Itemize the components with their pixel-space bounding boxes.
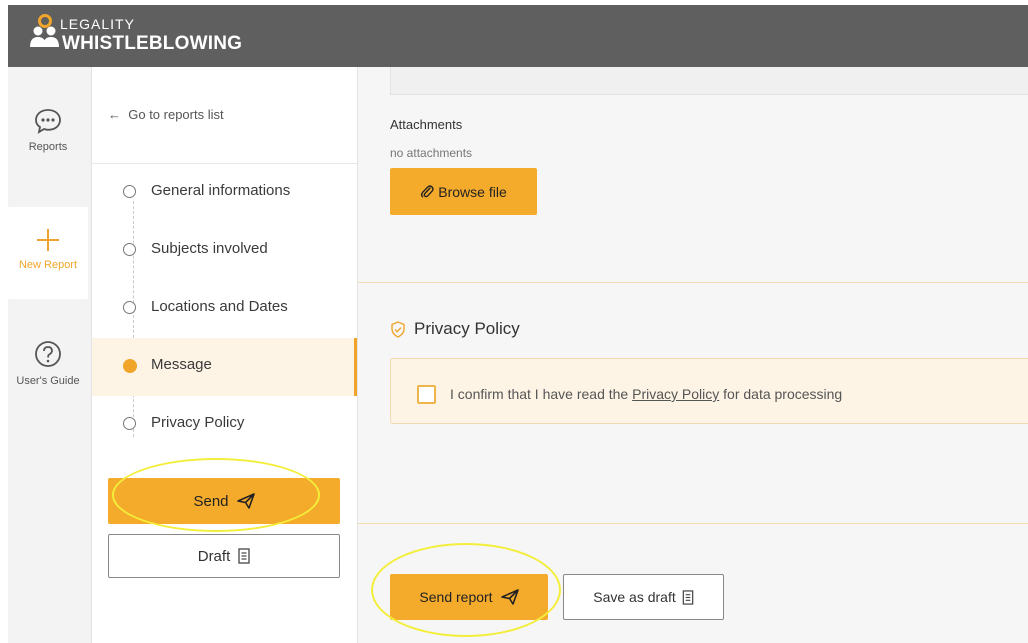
- privacy-consent-box: I confirm that I have read the Privacy P…: [390, 358, 1028, 424]
- step-label: Locations and Dates: [151, 298, 288, 315]
- step-label: Subjects involved: [151, 240, 268, 257]
- brand-line2: WHISTLEBLOWING: [62, 33, 243, 54]
- nav-item-reports[interactable]: Reports: [8, 107, 88, 153]
- back-to-reports-link[interactable]: ← Go to reports list: [108, 107, 224, 122]
- save-as-draft-label: Save as draft: [593, 589, 676, 605]
- draft-button-label: Draft: [197, 547, 231, 565]
- nav-item-users-guide[interactable]: User's Guide: [8, 339, 88, 387]
- send-report-label: Send report: [419, 589, 493, 605]
- step-message[interactable]: Message: [92, 338, 357, 396]
- send-button-label: Send: [193, 492, 229, 510]
- step-radio-icon: [123, 243, 136, 256]
- step-locations-and-dates[interactable]: Locations and Dates: [92, 280, 357, 338]
- step-label: Privacy Policy: [151, 414, 245, 431]
- arrow-left-icon: ←: [108, 107, 121, 122]
- consent-prefix: I confirm that I have read the: [450, 386, 633, 402]
- step-radio-icon: [123, 417, 136, 430]
- document-icon: [682, 589, 694, 605]
- step-label: Message: [151, 356, 212, 373]
- attachments-empty-text: no attachments: [390, 146, 473, 160]
- nav-label-reports: Reports: [28, 141, 68, 153]
- save-as-draft-button[interactable]: Save as draft: [563, 574, 724, 620]
- app-header: LEGALITY WHISTLEBLOWING: [8, 5, 1028, 67]
- report-form: Attachments no attachments Browse file P…: [357, 67, 1028, 643]
- brand-logo[interactable]: LEGALITY WHISTLEBLOWING: [30, 13, 290, 59]
- nav-label-users-guide: User's Guide: [16, 375, 80, 387]
- send-button[interactable]: Send: [108, 478, 340, 524]
- step-active-dot-icon: [123, 359, 137, 373]
- plus-icon: [37, 229, 59, 251]
- step-radio-icon: [123, 185, 136, 198]
- draft-button[interactable]: Draft: [108, 534, 340, 578]
- help-circle-icon: [35, 341, 61, 367]
- steps-panel: ← Go to reports list General information…: [92, 67, 357, 643]
- privacy-consent-text: I confirm that I have read the Privacy P…: [450, 386, 842, 402]
- step-privacy-policy[interactable]: Privacy Policy: [92, 396, 357, 454]
- step-general-informations[interactable]: General informations: [92, 164, 357, 222]
- step-radio-icon: [123, 301, 136, 314]
- paperclip-icon: [421, 185, 434, 198]
- browse-file-label: Browse file: [438, 183, 507, 200]
- privacy-policy-link[interactable]: Privacy Policy: [632, 386, 719, 402]
- attachments-label: Attachments: [390, 117, 463, 132]
- nav-item-new-report[interactable]: New Report: [8, 207, 88, 299]
- nav-label-new-report: New Report: [18, 259, 78, 271]
- browse-file-button[interactable]: Browse file: [390, 168, 537, 215]
- shield-check-icon: [391, 320, 405, 338]
- message-textarea[interactable]: [390, 67, 1028, 95]
- document-icon: [238, 548, 250, 564]
- logo-ring-icon: [38, 14, 52, 28]
- paper-plane-icon: [236, 493, 255, 509]
- send-report-button[interactable]: Send report: [390, 574, 548, 620]
- back-link-label: Go to reports list: [128, 107, 224, 122]
- divider: [358, 523, 1028, 524]
- brand-line1: LEGALITY: [60, 16, 135, 32]
- chat-bubble-icon: [35, 109, 61, 134]
- main-nav: Reports New Report User's Guide: [8, 67, 92, 643]
- privacy-policy-title: Privacy Policy: [414, 319, 520, 338]
- paper-plane-icon: [500, 589, 519, 605]
- divider: [358, 282, 1028, 283]
- step-label: General informations: [151, 182, 291, 199]
- privacy-policy-heading: Privacy Policy: [390, 319, 520, 339]
- step-subjects-involved[interactable]: Subjects involved: [92, 222, 357, 280]
- people-icon: [30, 26, 59, 47]
- privacy-consent-checkbox[interactable]: [417, 385, 436, 404]
- consent-suffix: for data processing: [719, 386, 843, 402]
